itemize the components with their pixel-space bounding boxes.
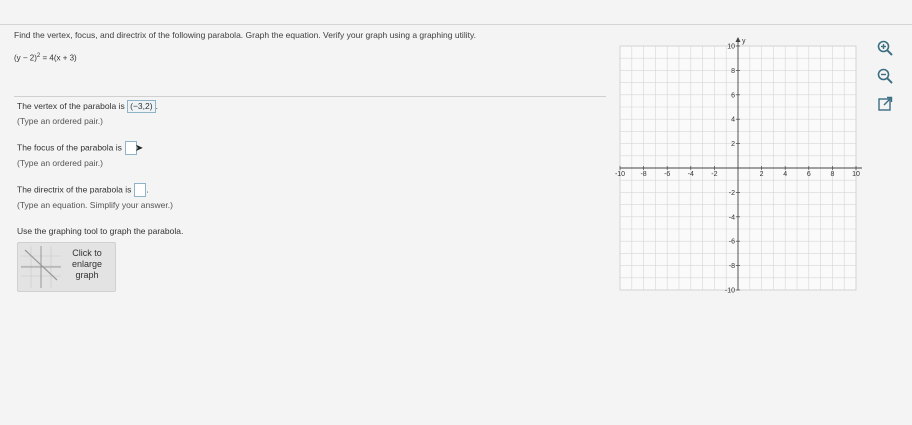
- directrix-hint: (Type an equation. Simplify your answer.…: [17, 200, 173, 210]
- directrix-row: The directrix of the parabola is.: [17, 183, 149, 197]
- y-tick-label: 8: [731, 68, 735, 75]
- graph-area[interactable]: xy-10-8-6-4-2246810108642-2-4-6-8-10: [612, 34, 870, 299]
- y-tick-label: 6: [731, 92, 735, 99]
- focus-hint: (Type an ordered pair.): [17, 158, 103, 168]
- vertex-hint: (Type an ordered pair.): [17, 116, 103, 126]
- x-tick-label: -6: [664, 171, 670, 178]
- vertex-row: The vertex of the parabola is (−3,2).: [17, 100, 158, 114]
- parabola-equation: (y − 2)2 = 4(x + 3): [14, 53, 606, 63]
- focus-label: The focus of the parabola is: [17, 142, 122, 153]
- y-tick-label: 2: [731, 141, 735, 148]
- question-text: Find the vertex, focus, and directrix of…: [14, 30, 476, 40]
- y-tick-label: 4: [731, 117, 735, 124]
- y-tick-label: 10: [727, 44, 735, 51]
- y-tick-label: -10: [725, 288, 735, 295]
- question-divider: [14, 96, 606, 97]
- x-tick-label: 4: [783, 171, 787, 178]
- directrix-answer-field[interactable]: [134, 183, 147, 197]
- y-tick-label: -4: [729, 214, 735, 221]
- x-tick-label: 6: [807, 171, 811, 178]
- coordinate-grid[interactable]: xy-10-8-6-4-2246810108642-2-4-6-8-10: [612, 34, 870, 295]
- x-tick-label: -10: [615, 171, 625, 178]
- graph-instruction: Use the graphing tool to graph the parab…: [17, 226, 184, 236]
- enlarge-graph-button[interactable]: Click to enlarge graph: [17, 242, 116, 292]
- y-axis-arrow-icon: [735, 37, 741, 42]
- x-tick-label: 2: [760, 171, 764, 178]
- x-tick-label: 8: [830, 171, 834, 178]
- directrix-label: The directrix of the parabola is: [17, 184, 132, 195]
- vertex-period: .: [155, 101, 158, 111]
- x-tick-label: -4: [688, 171, 694, 178]
- x-tick-label: 10: [852, 171, 860, 178]
- top-divider: [0, 24, 912, 25]
- equation-base: (y − 2): [14, 53, 37, 63]
- x-tick-label: -8: [640, 171, 646, 178]
- focus-row: The focus of the parabola is ➤: [17, 141, 143, 155]
- zoom-out-icon[interactable]: [875, 66, 895, 86]
- question-panel: Find the vertex, focus, and directrix of…: [14, 30, 606, 63]
- vertex-answer-field[interactable]: (−3,2): [127, 100, 156, 114]
- x-tick-label: -2: [711, 171, 717, 178]
- enlarge-graph-label: Click to enlarge graph: [71, 248, 103, 280]
- zoom-in-icon[interactable]: [875, 38, 895, 58]
- equation-rest: = 4(x + 3): [40, 53, 77, 63]
- mouse-pointer-icon: ➤: [134, 143, 144, 154]
- graph-thumbnail-icon: [21, 246, 61, 288]
- vertex-label: The vertex of the parabola is: [17, 101, 125, 111]
- y-tick-label: -8: [729, 263, 735, 270]
- y-tick-label: -6: [729, 239, 735, 246]
- y-tick-label: -2: [729, 190, 735, 197]
- directrix-period: .: [146, 184, 149, 195]
- y-axis-label: y: [742, 38, 746, 45]
- open-new-window-icon[interactable]: [875, 94, 895, 114]
